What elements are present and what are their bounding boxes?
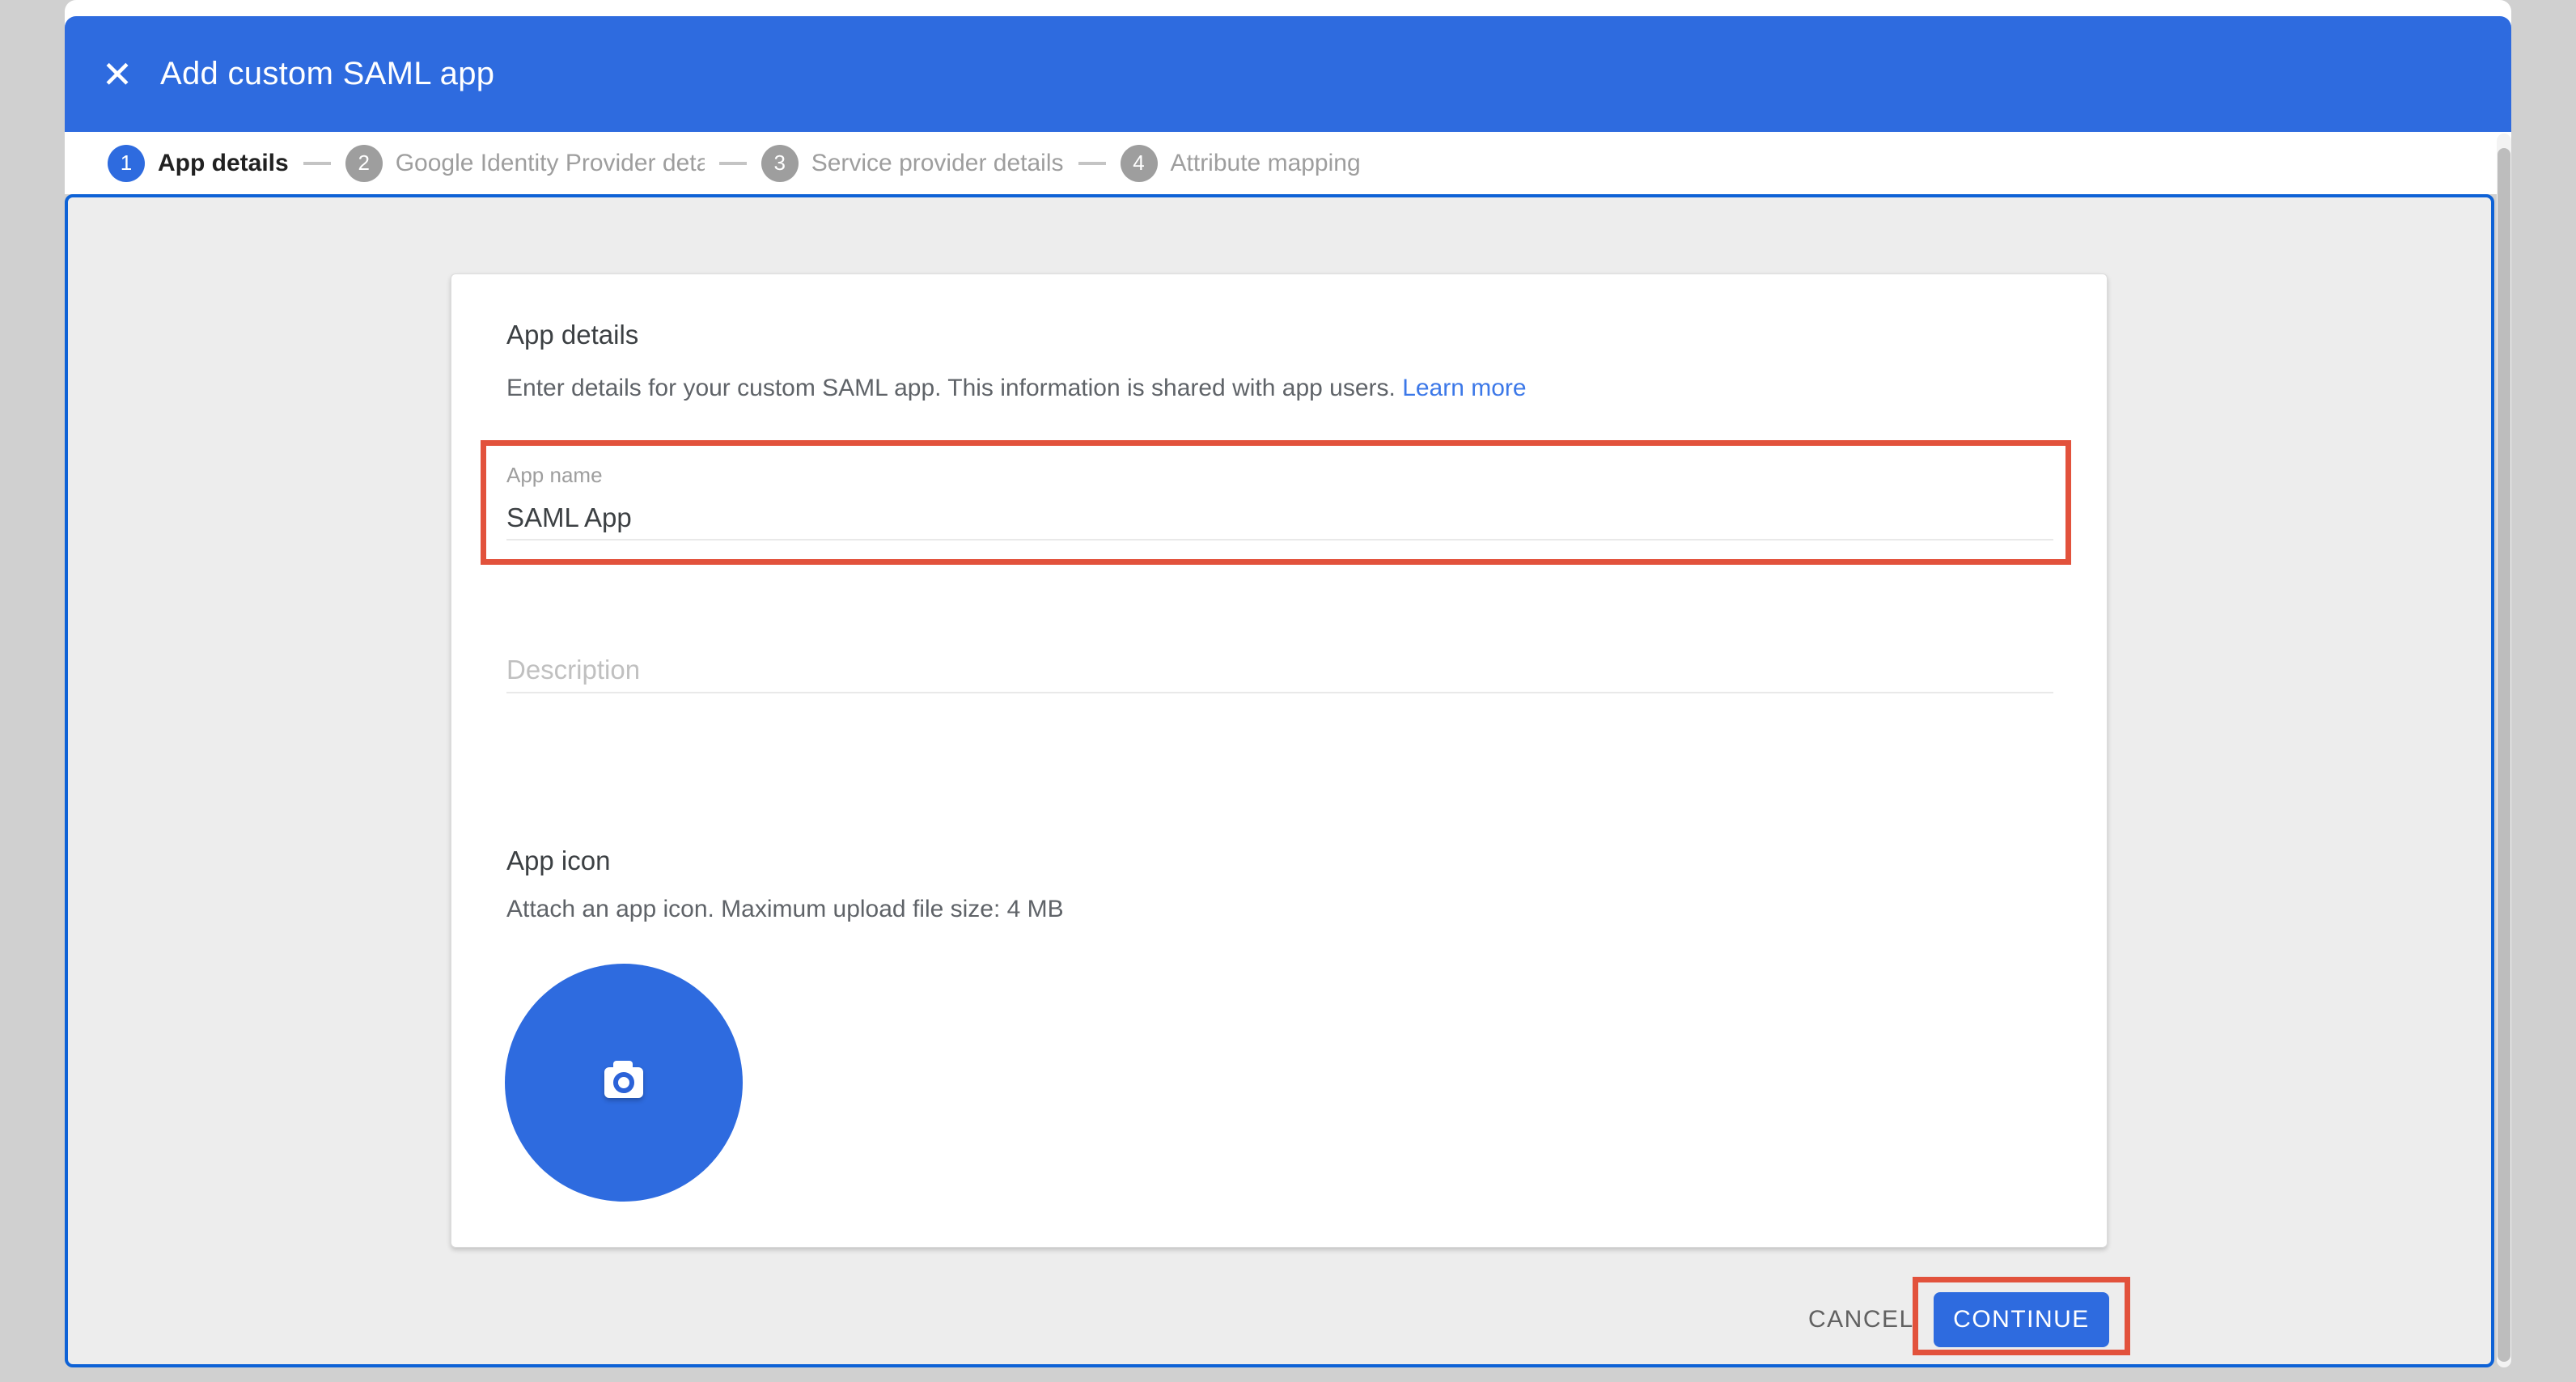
app-name-highlight-box [481,440,2071,565]
intro-text: Enter details for your custom SAML app. … [506,375,1402,401]
step-attribute-mapping: 4 Attribute mapping [1121,145,1361,182]
app-name-input[interactable]: SAML App [506,502,632,533]
learn-more-link[interactable]: Learn more [1402,375,1526,401]
step-connector [719,162,747,165]
app-icon-help-text: Attach an app icon. Maximum upload file … [506,896,1064,923]
scrollbar-thumb[interactable] [2498,148,2510,1362]
dialog-title: Add custom SAML app [160,56,494,92]
continue-button[interactable]: CONTINUE [1934,1292,2109,1347]
step-number-badge: 1 [108,145,145,182]
step-service-provider-details: 3 Service provider details [761,145,1064,182]
cancel-button[interactable]: CANCEL [1792,1292,1930,1347]
step-connector [303,162,331,165]
step-number-badge: 3 [761,145,799,182]
step-connector [1078,162,1106,165]
step-label: App details [158,150,289,177]
app-details-card: App details Enter details for your custo… [451,273,2108,1248]
upload-app-icon-button[interactable] [505,964,743,1202]
step-number-badge: 2 [345,145,383,182]
step-label: Google Identity Provider details [396,150,705,177]
step-number-badge: 4 [1121,145,1158,182]
wizard-stepper: 1 App details 2 Google Identity Provider… [65,132,2511,194]
dialog-header: ✕ Add custom SAML app [65,16,2511,132]
close-icon[interactable]: ✕ [94,51,141,98]
step-label: Attribute mapping [1171,150,1361,177]
app-name-underline [506,539,2053,541]
description-underline [506,692,2053,693]
description-input[interactable]: Description [506,655,640,685]
step-app-details: 1 App details [108,145,289,182]
app-name-label: App name [506,463,603,488]
app-icon-heading: App icon [506,846,610,876]
step-google-idp-details: 2 Google Identity Provider details [345,145,705,182]
camera-icon [604,1067,643,1098]
card-intro-text: Enter details for your custom SAML app. … [506,375,1527,402]
card-heading: App details [506,320,638,350]
step-label: Service provider details [811,150,1064,177]
